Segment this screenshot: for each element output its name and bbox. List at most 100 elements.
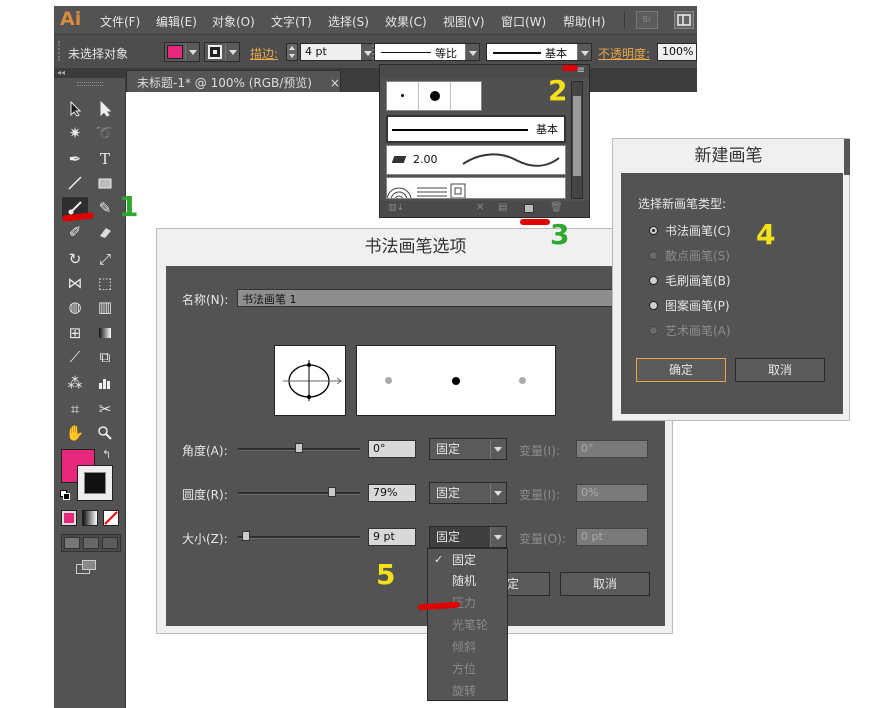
eraser-tool-icon[interactable]	[92, 221, 118, 243]
rectangle-tool-icon[interactable]	[92, 172, 118, 194]
size-mode-dropdown[interactable]: 固定	[429, 526, 507, 548]
radio-bristle[interactable]: 毛刷画笔(B)	[649, 272, 829, 290]
menu-view[interactable]: 视图(V)	[443, 13, 485, 30]
menu-window[interactable]: 窗口(W)	[501, 13, 546, 30]
angle-slider-thumb[interactable]	[295, 443, 303, 453]
perspective-grid-tool-icon[interactable]: ▥	[92, 296, 118, 318]
symbol-sprayer-tool-icon[interactable]: ⁂	[62, 372, 88, 394]
opacity-input[interactable]: 100%	[657, 43, 697, 61]
angle-mode-dropdown[interactable]: 固定	[429, 438, 507, 460]
pen-tool-icon[interactable]: ✒	[62, 148, 88, 170]
selection-tool-icon[interactable]	[62, 98, 88, 120]
brush-libraries-icon[interactable]: ▥↓	[388, 203, 404, 213]
scrollbar-thumb[interactable]	[573, 96, 581, 176]
gradient-mode-button[interactable]	[82, 510, 98, 526]
hand-tool-icon[interactable]: ✋	[62, 422, 88, 444]
menu-option-random[interactable]: 随机	[428, 570, 507, 592]
document-tab[interactable]: 未标题-1* @ 100% (RGB/预览) ×	[126, 70, 341, 92]
grip-handle[interactable]	[77, 82, 103, 86]
cancel-button[interactable]: 取消	[735, 358, 825, 382]
new-brush-icon[interactable]	[524, 204, 534, 213]
menu-option-fixed[interactable]: ✓ 固定	[428, 549, 507, 571]
type-tool-icon[interactable]: T	[92, 148, 118, 170]
blob-brush-tool-icon[interactable]: ✐	[62, 221, 88, 243]
pencil-tool-icon[interactable]: ✎	[92, 197, 118, 219]
brush-dot-small[interactable]	[387, 82, 419, 110]
stroke-color-swatch[interactable]	[77, 465, 113, 501]
delete-brush-icon[interactable]: 🗑	[550, 202, 563, 213]
workspace-switcher-button[interactable]	[674, 11, 694, 29]
roundness-mode-dropdown[interactable]: 固定	[429, 482, 507, 504]
radio-pattern[interactable]: 图案画笔(P)	[649, 297, 829, 315]
brush-shape-preview[interactable]	[274, 345, 346, 416]
zoom-tool-icon[interactable]	[92, 422, 118, 444]
size-slider-thumb[interactable]	[242, 531, 250, 541]
roundness-slider-thumb[interactable]	[328, 487, 336, 497]
brush-dot-empty[interactable]	[451, 82, 481, 110]
scale-tool-icon[interactable]: ⤢	[92, 248, 118, 270]
ok-button[interactable]: 确定	[636, 358, 726, 382]
close-icon[interactable]: ×	[330, 76, 340, 90]
width-tool-icon[interactable]: ⋈	[62, 272, 88, 294]
shape-builder-tool-icon[interactable]: ◍	[62, 296, 88, 318]
brush-row-dots	[386, 81, 482, 111]
column-graph-tool-icon[interactable]	[92, 372, 118, 394]
draw-normal-icon[interactable]	[64, 537, 80, 549]
brush-row-stroke[interactable]: 2.00	[386, 145, 566, 175]
gradient-tool-icon[interactable]	[92, 322, 118, 344]
draw-behind-icon[interactable]	[83, 537, 99, 549]
eyedropper-tool-icon[interactable]: ⟋	[62, 346, 88, 368]
stroke-weight-input[interactable]: 4 pt	[300, 43, 362, 61]
screen-mode-icon[interactable]	[76, 560, 98, 576]
draw-inside-icon[interactable]	[102, 537, 118, 549]
menu-effect[interactable]: 效果(C)	[385, 13, 427, 30]
rotate-tool-icon[interactable]: ↻	[62, 248, 88, 270]
brush-row-basic[interactable]: 基本	[386, 115, 566, 143]
bridge-button[interactable]: Br	[636, 11, 658, 29]
name-input[interactable]: 书法画笔 1	[237, 289, 657, 307]
color-mode-button[interactable]	[61, 510, 77, 526]
stroke-panel-link[interactable]: 描边:	[250, 45, 278, 62]
size-input[interactable]: 9 pt	[368, 528, 416, 546]
roundness-input[interactable]: 79%	[368, 484, 416, 502]
swap-fill-stroke-icon[interactable]: ↰	[102, 448, 111, 461]
magic-wand-tool-icon[interactable]: ✷	[62, 122, 88, 144]
stroke-weight-stepper[interactable]	[286, 43, 298, 61]
stroke-color-dropdown[interactable]	[204, 42, 240, 62]
menu-edit[interactable]: 编辑(E)	[156, 13, 197, 30]
fill-color-dropdown[interactable]	[164, 42, 200, 62]
variable-width-profile-dropdown[interactable]: 等比	[374, 43, 480, 61]
size-slider[interactable]	[238, 536, 360, 539]
annotation-step-5: 5	[376, 558, 396, 591]
blend-tool-icon[interactable]: ⧉	[92, 346, 118, 368]
mesh-tool-icon[interactable]: ⊞	[62, 322, 88, 344]
none-mode-button[interactable]	[103, 510, 119, 526]
radio-indicator	[649, 251, 658, 260]
lasso-tool-icon[interactable]: ➰	[92, 122, 118, 144]
angle-input[interactable]: 0°	[368, 440, 416, 458]
tools-panel-header[interactable]: ◂◂	[54, 68, 126, 78]
artboard-tool-icon[interactable]: ⌗	[62, 398, 88, 420]
default-fill-stroke-icon[interactable]	[60, 490, 70, 500]
grip-handle[interactable]	[58, 41, 60, 61]
brush-options-icon[interactable]: ▤	[498, 202, 507, 213]
direct-selection-tool-icon[interactable]	[92, 98, 118, 120]
slice-tool-icon[interactable]: ✂	[92, 398, 118, 420]
free-transform-tool-icon[interactable]: ⬚	[92, 272, 118, 294]
menu-object[interactable]: 对象(O)	[212, 13, 255, 30]
brush-row-pattern[interactable]	[386, 177, 566, 199]
menu-file[interactable]: 文件(F)	[100, 13, 140, 30]
cancel-button[interactable]: 取消	[560, 572, 650, 596]
brush-definition-dropdown[interactable]: 基本	[486, 43, 592, 61]
remove-stroke-icon[interactable]: ✕	[476, 202, 484, 213]
brush-panel-scrollbar[interactable]	[571, 81, 583, 199]
opacity-panel-link[interactable]: 不透明度:	[598, 45, 650, 62]
menu-type[interactable]: 文字(T)	[271, 13, 312, 30]
brush-dot-large[interactable]	[419, 82, 451, 110]
radio-calligraphic[interactable]: 书法画笔(C)	[649, 222, 829, 240]
workspace-icon	[677, 14, 691, 26]
line-tool-icon[interactable]	[62, 172, 88, 194]
roundness-slider[interactable]	[238, 492, 360, 495]
menu-help[interactable]: 帮助(H)	[563, 13, 605, 30]
menu-select[interactable]: 选择(S)	[328, 13, 369, 30]
